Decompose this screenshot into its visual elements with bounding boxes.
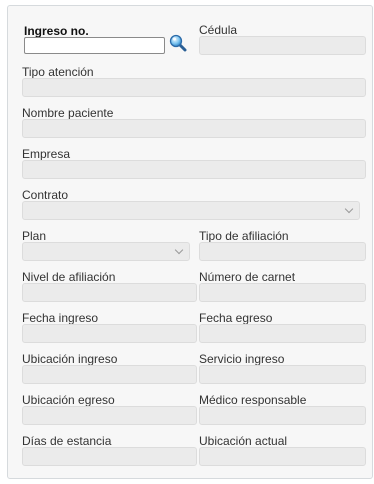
ubicacion-actual-field[interactable] xyxy=(199,447,366,466)
medico-responsable-field[interactable] xyxy=(199,406,366,425)
ubicacion-ingreso-field[interactable] xyxy=(22,365,197,384)
fecha-ingreso-field[interactable] xyxy=(22,324,197,343)
numero-carnet-field[interactable] xyxy=(199,283,366,302)
fecha-egreso-field[interactable] xyxy=(199,324,366,343)
empresa-field[interactable] xyxy=(22,160,366,179)
ubicacion-ingreso-label: Ubicación ingreso xyxy=(22,352,118,366)
cedula-label: Cédula xyxy=(199,23,238,37)
plan-label: Plan xyxy=(22,229,47,243)
plan-select[interactable] xyxy=(22,242,190,261)
nivel-afiliacion-label: Nivel de afiliación xyxy=(22,270,116,284)
tipo-atencion-field[interactable] xyxy=(22,78,366,97)
numero-carnet-label: Número de carnet xyxy=(199,270,296,284)
ubicacion-actual-label: Ubicación actual xyxy=(199,434,288,448)
ubicacion-egreso-label: Ubicación egreso xyxy=(22,393,115,407)
ubicacion-egreso-field[interactable] xyxy=(22,406,197,425)
cedula-field[interactable] xyxy=(199,36,366,55)
nombre-paciente-field[interactable] xyxy=(22,119,366,138)
nivel-afiliacion-field[interactable] xyxy=(22,283,197,302)
tipo-afiliacion-label: Tipo de afiliación xyxy=(199,229,289,243)
empresa-label: Empresa xyxy=(22,147,71,161)
search-icon[interactable] xyxy=(169,34,187,52)
dias-estancia-label: Días de estancia xyxy=(22,434,112,448)
fecha-ingreso-label: Fecha ingreso xyxy=(22,311,99,325)
medico-responsable-label: Médico responsable xyxy=(199,393,307,407)
nombre-paciente-label: Nombre paciente xyxy=(22,106,114,120)
tipo-afiliacion-field[interactable] xyxy=(199,242,366,261)
servicio-ingreso-field[interactable] xyxy=(199,365,366,384)
contrato-label: Contrato xyxy=(22,188,69,202)
servicio-ingreso-label: Servicio ingreso xyxy=(199,352,285,366)
ingreso-input[interactable] xyxy=(24,37,165,54)
fecha-egreso-label: Fecha egreso xyxy=(199,311,273,325)
dias-estancia-field[interactable] xyxy=(22,447,197,466)
ingreso-label: Ingreso no. xyxy=(24,24,89,38)
contrato-select[interactable] xyxy=(22,201,360,220)
tipo-atencion-label: Tipo atención xyxy=(22,65,94,79)
